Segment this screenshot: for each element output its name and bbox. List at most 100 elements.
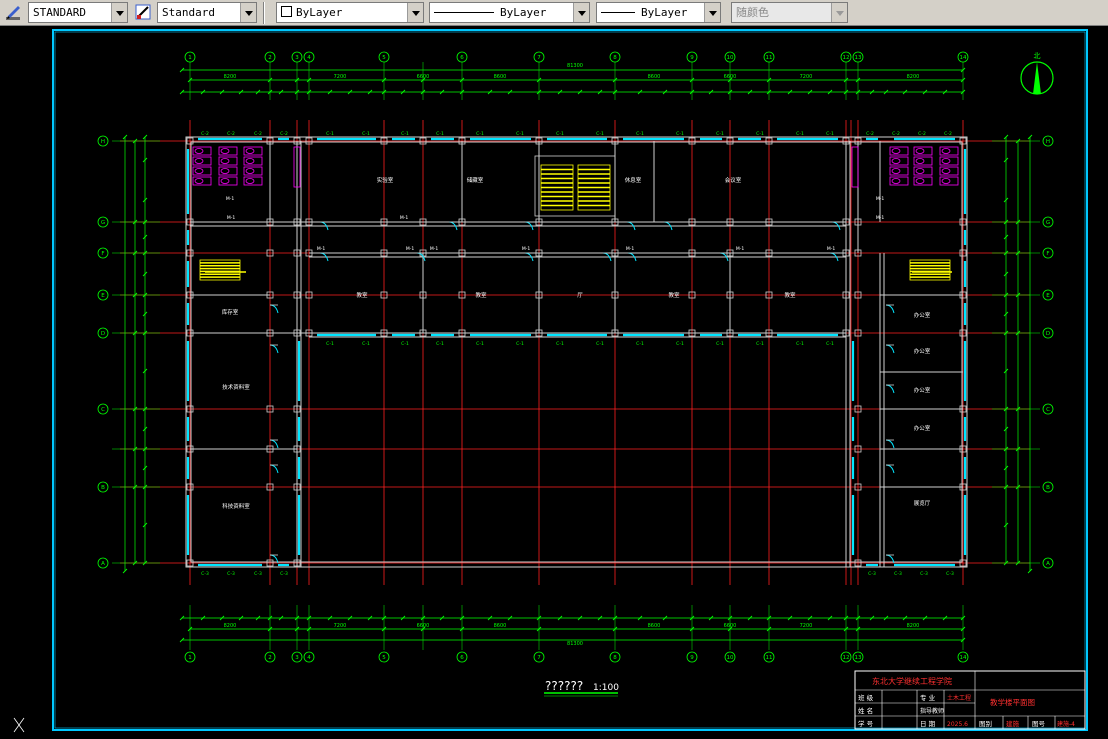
window-tag-court: C-1 bbox=[436, 341, 444, 347]
window-tag-top: C-1 bbox=[556, 131, 564, 137]
tb-sheet-no-label: 图号 bbox=[1032, 720, 1046, 728]
toilet-bowl bbox=[941, 158, 951, 164]
toilet-stall bbox=[243, 166, 263, 176]
window-tag-court: C-1 bbox=[516, 341, 524, 347]
toolbar-separator bbox=[263, 2, 265, 24]
span-dimension-bottom: 6600 bbox=[417, 623, 430, 629]
toilet-bowl bbox=[245, 178, 255, 184]
window-tag-court: C-1 bbox=[676, 341, 684, 347]
axis-bubble-right-label: E bbox=[1046, 293, 1050, 299]
door-swing bbox=[885, 304, 895, 314]
toilet-bowl bbox=[245, 158, 255, 164]
axis-bubble-top-label: 7 bbox=[537, 55, 541, 61]
chevron-down-icon[interactable] bbox=[573, 3, 589, 22]
toilet-stall bbox=[192, 166, 212, 176]
drawing-title-text: ?????? bbox=[545, 679, 583, 693]
room-label: 办公室 bbox=[914, 386, 931, 394]
window-tag-bottom: C-3 bbox=[946, 571, 954, 577]
tb-date-value: 2025.6 bbox=[947, 721, 968, 728]
tb-id-label: 学 号 bbox=[858, 719, 874, 728]
toilet-bowl bbox=[915, 158, 925, 164]
toilet-stall bbox=[889, 166, 909, 176]
room-label: 厅 bbox=[577, 292, 583, 299]
linetype-select[interactable]: ByLayer bbox=[429, 2, 590, 23]
room-label: 办公室 bbox=[914, 347, 931, 355]
axis-bubble-right-label: D bbox=[1046, 331, 1050, 337]
window-tag-top: C-1 bbox=[716, 131, 724, 137]
chevron-down-icon[interactable] bbox=[111, 3, 127, 22]
span-dimension-bottom: 6600 bbox=[724, 623, 737, 629]
toilet-bowl bbox=[245, 168, 255, 174]
toilet-bowl bbox=[915, 168, 925, 174]
toilet-stall bbox=[913, 166, 933, 176]
plot-style-select[interactable]: 随颜色 bbox=[731, 2, 848, 23]
axis-bubble-bottom-label: 9 bbox=[690, 655, 694, 661]
chevron-down-icon[interactable] bbox=[407, 3, 423, 22]
toilet-stall bbox=[913, 156, 933, 166]
text-style-select[interactable]: STANDARD bbox=[28, 2, 128, 23]
text-style-icon[interactable] bbox=[4, 3, 24, 23]
walls bbox=[185, 136, 968, 568]
chevron-down-icon[interactable] bbox=[704, 3, 720, 22]
door-tag: M-1 bbox=[317, 246, 326, 252]
layer-select[interactable]: ByLayer bbox=[276, 2, 424, 23]
axis-bubble-left-label: H bbox=[101, 139, 105, 145]
span-dimension-top: 8200 bbox=[224, 74, 237, 80]
drawing-frame-inner bbox=[54, 31, 1086, 729]
dimension-style-select[interactable]: Standard bbox=[157, 2, 257, 23]
columns bbox=[186, 137, 967, 567]
window-tag-court: C-1 bbox=[326, 341, 334, 347]
axis-bubble-left-label: B bbox=[101, 485, 105, 491]
toilet-bowl bbox=[941, 168, 951, 174]
room-label: 实验室 bbox=[377, 176, 394, 184]
tb-sheet-type-value: 建施 bbox=[1006, 719, 1020, 728]
span-dimension-top: 8200 bbox=[907, 74, 920, 80]
axis-bubble-left-label: D bbox=[101, 331, 105, 337]
window-tag-top: C-2 bbox=[227, 131, 235, 137]
axis-bubble-bottom-label: 5 bbox=[382, 655, 386, 661]
lineweight-select[interactable]: ByLayer bbox=[596, 2, 721, 23]
floor-plan-drawing[interactable]: 8130081300820082007200720066006600860086… bbox=[0, 26, 1108, 735]
span-dimension-top: 6600 bbox=[724, 74, 737, 80]
chevron-down-icon[interactable] bbox=[831, 3, 847, 22]
axis-bubble-top-label: 2 bbox=[268, 55, 272, 61]
drawing-canvas[interactable]: 81300 81300 8200 8200 7200 7200 6600 6600 8600 86… bbox=[0, 26, 1108, 735]
window-tag-court: C-1 bbox=[796, 341, 804, 347]
window-tag-bottom: C-3 bbox=[280, 571, 288, 577]
toilet-stall bbox=[243, 156, 263, 166]
door-window-tags: C-2 C-2 C-2 C-2 C-1 C-1 C-1 C-1 C-1 C-1 C-1 C-1 C-1 C… bbox=[201, 131, 954, 577]
toilet-stall bbox=[218, 156, 238, 166]
span-dimension-top: 8600 bbox=[494, 74, 507, 80]
window-tag-top: C-1 bbox=[476, 131, 484, 137]
window-tag-bottom: C-3 bbox=[254, 571, 262, 577]
axis-bubble-top-label: 12 bbox=[843, 55, 850, 61]
window-tag-top: C-1 bbox=[436, 131, 444, 137]
toilet-stall bbox=[192, 176, 212, 186]
window-tag-top: C-1 bbox=[326, 131, 334, 137]
room-label: 库存室 bbox=[222, 308, 239, 316]
window-tag-court: C-1 bbox=[716, 341, 724, 347]
door-tag: M-1 bbox=[430, 246, 439, 252]
urinal-row bbox=[851, 146, 859, 188]
room-label: 教室 bbox=[475, 291, 487, 299]
dimension-style-icon[interactable] bbox=[134, 3, 154, 23]
room-label: 教室 bbox=[784, 291, 796, 299]
window-tag-court: C-1 bbox=[401, 341, 409, 347]
layer-value: ByLayer bbox=[281, 3, 342, 22]
toilet-stall bbox=[192, 156, 212, 166]
room-label: 储藏室 bbox=[467, 176, 484, 184]
axis-bubble-bottom-label: 11 bbox=[766, 655, 773, 661]
door-tag: M-1 bbox=[226, 196, 235, 202]
span-dimension-top: 6600 bbox=[417, 74, 430, 80]
toilet-stall bbox=[243, 176, 263, 186]
axis-bubble-right-label: C bbox=[1046, 407, 1050, 413]
toilet-bowl bbox=[194, 158, 204, 164]
room-label: 休息室 bbox=[625, 176, 642, 184]
toilet-stall bbox=[939, 176, 959, 186]
window-tag-top: C-2 bbox=[280, 131, 288, 137]
toilet-bowl bbox=[891, 168, 901, 174]
axis-bubble-bottom-label: 1 bbox=[188, 655, 192, 661]
chevron-down-icon[interactable] bbox=[240, 3, 256, 22]
window-tag-court: C-1 bbox=[596, 341, 604, 347]
axis-bubble-right-label: F bbox=[1046, 251, 1049, 257]
